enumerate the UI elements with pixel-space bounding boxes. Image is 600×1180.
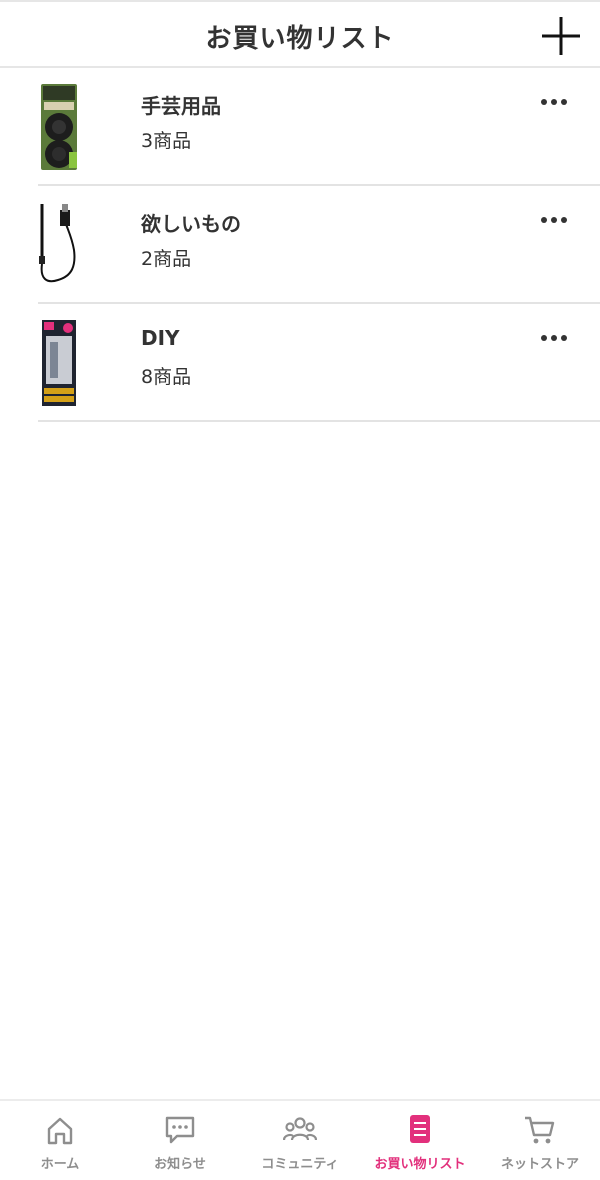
tab-label: お買い物リスト — [374, 1157, 466, 1172]
tab-community[interactable]: コミュニティ — [240, 1101, 360, 1180]
plus-icon — [542, 17, 580, 55]
list-name: 欲しいもの — [141, 212, 241, 236]
more-dots-icon — [541, 99, 567, 105]
tab-notifications[interactable]: お知らせ — [120, 1101, 240, 1180]
header-bar: お買い物リスト — [0, 0, 600, 68]
list-item[interactable]: 手芸用品 3商品 — [38, 68, 600, 186]
list-item[interactable]: DIY 8商品 — [38, 304, 600, 422]
list-item-count: 2商品 — [141, 248, 192, 270]
list-name: DIY — [141, 326, 180, 350]
add-list-button[interactable] — [540, 15, 582, 57]
list-document-icon — [410, 1115, 430, 1143]
shopping-lists: 手芸用品 3商品 欲しいもの 2商品 DIY 8商品 — [0, 68, 600, 422]
more-options-button[interactable] — [540, 94, 570, 108]
product-thumbnail — [38, 200, 82, 290]
home-icon — [47, 1117, 73, 1145]
list-item[interactable]: 欲しいもの 2商品 — [38, 186, 600, 304]
cart-icon — [525, 1116, 555, 1144]
people-icon — [283, 1117, 317, 1141]
tab-net-store[interactable]: ネットストア — [480, 1101, 600, 1180]
chat-bubble-icon — [165, 1116, 195, 1144]
list-name: 手芸用品 — [141, 94, 221, 118]
tab-label: ホーム — [40, 1157, 80, 1172]
list-item-count: 3商品 — [141, 130, 192, 152]
product-thumbnail — [38, 318, 82, 408]
product-thumbnail — [38, 82, 82, 172]
more-dots-icon — [541, 335, 567, 341]
more-dots-icon — [541, 217, 567, 223]
tab-home[interactable]: ホーム — [0, 1101, 120, 1180]
tab-shopping-list[interactable]: お買い物リスト — [360, 1101, 480, 1180]
tab-label: コミュニティ — [261, 1157, 339, 1172]
shopping-list-screen: お買い物リスト 手芸用品 3商品 欲しいもの 2商品 DIY 8商品 ホーム お… — [0, 0, 600, 1180]
bottom-tab-bar: ホーム お知らせ コミュニティ お買い物リスト ネットストア — [0, 1099, 600, 1180]
tab-label: お知らせ — [154, 1157, 206, 1172]
tab-label: ネットストア — [500, 1157, 579, 1172]
list-item-count: 8商品 — [141, 366, 192, 388]
more-options-button[interactable] — [540, 330, 570, 344]
page-title: お買い物リスト — [205, 24, 395, 54]
more-options-button[interactable] — [540, 212, 570, 226]
